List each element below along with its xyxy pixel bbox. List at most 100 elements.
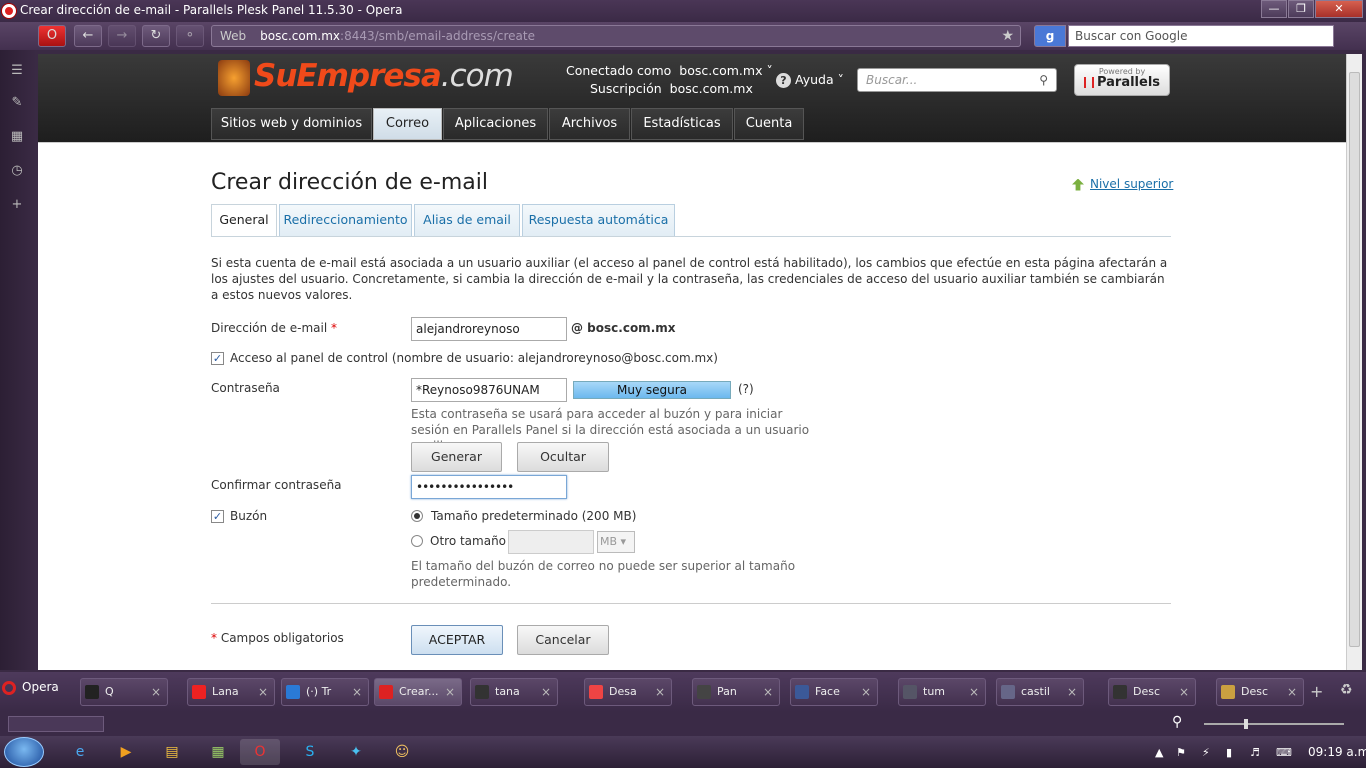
close-tab-icon[interactable]: × xyxy=(763,679,773,705)
hide-button[interactable]: Ocultar xyxy=(517,442,609,472)
tab-applications[interactable]: Aplicaciones xyxy=(443,108,548,140)
size-other-radio[interactable] xyxy=(411,535,423,547)
mailbox-label[interactable]: Buzón xyxy=(230,509,267,523)
reload-button[interactable]: ↻ xyxy=(142,25,170,47)
close-tab-icon[interactable]: × xyxy=(151,679,161,705)
password-input[interactable]: *Reynoso9876UNAM xyxy=(411,378,567,402)
back-button[interactable]: ← xyxy=(74,25,102,47)
suempresa-logo[interactable]: SuEmpresa.com xyxy=(218,58,514,96)
flag-icon[interactable]: ⚑ xyxy=(1176,746,1186,759)
browser-tab[interactable]: tana × xyxy=(470,678,558,706)
generate-button[interactable]: Generar xyxy=(411,442,502,472)
opera-taskbar-icon[interactable]: O xyxy=(240,739,280,765)
panel-toggles[interactable] xyxy=(8,716,104,732)
browser-tab[interactable]: Q × xyxy=(80,678,168,706)
volume-icon[interactable]: ♬ xyxy=(1250,746,1260,759)
confirm-password-input[interactable]: •••••••••••••••• xyxy=(411,475,567,499)
google-search-input[interactable]: Buscar con Google xyxy=(1068,25,1334,47)
plesk-search-input[interactable]: Buscar... ⚲ xyxy=(857,68,1057,92)
ie-icon[interactable]: e xyxy=(60,739,100,765)
tab-autoresponder[interactable]: Respuesta automática xyxy=(522,204,675,236)
address-bar[interactable]: Web bosc.com.mx:8443/smb/email-address/cr… xyxy=(211,25,1021,47)
downloads-icon[interactable]: ▦ xyxy=(8,128,26,146)
app-icon[interactable]: ▦ xyxy=(198,739,238,765)
close-tab-icon[interactable]: × xyxy=(352,679,362,705)
mailbox-checkbox[interactable]: ✓ xyxy=(211,510,224,523)
vertical-scrollbar[interactable] xyxy=(1346,54,1362,670)
panel-access-label[interactable]: Acceso al panel de control (nombre de us… xyxy=(230,351,718,365)
power-icon[interactable]: ⚡ xyxy=(1202,746,1210,759)
browser-tab[interactable]: Crear... × xyxy=(374,678,462,706)
tab-statistics[interactable]: Estadísticas xyxy=(631,108,733,140)
search-icon[interactable]: ⚲ xyxy=(1039,69,1048,91)
browser-tab[interactable]: Face × xyxy=(790,678,878,706)
cancel-button[interactable]: Cancelar xyxy=(517,625,609,655)
close-tab-icon[interactable]: × xyxy=(861,679,871,705)
tab-email-alias[interactable]: Alias de email xyxy=(414,204,520,236)
parallels-badge[interactable]: Powered by Parallels xyxy=(1074,64,1170,96)
scrollbar-thumb[interactable] xyxy=(1349,72,1360,647)
key-icon[interactable]: ⚬ xyxy=(176,25,204,47)
close-tab-icon[interactable]: × xyxy=(258,679,268,705)
minimize-button[interactable]: — xyxy=(1261,0,1287,18)
tab-forwarding[interactable]: Redireccionamiento xyxy=(279,204,412,236)
add-panel-icon[interactable]: + xyxy=(8,196,26,214)
browser-tab[interactable]: (·) Tr × xyxy=(281,678,369,706)
network-icon[interactable]: ▮ xyxy=(1226,746,1232,759)
strength-help-link[interactable]: (?) xyxy=(738,382,754,396)
zoom-thumb[interactable] xyxy=(1244,719,1248,729)
size-default-label[interactable]: Tamaño predeterminado (200 MB) xyxy=(431,509,636,523)
panel-toggle-icon[interactable]: ☰ xyxy=(8,62,26,80)
ok-button[interactable]: ACEPTAR xyxy=(411,625,503,655)
close-window-button[interactable]: ✕ xyxy=(1315,0,1363,18)
connected-as[interactable]: Conectado como bosc.com.mx ˅ xyxy=(566,63,773,78)
size-other-label[interactable]: Otro tamaño xyxy=(430,534,506,548)
close-tab-icon[interactable]: × xyxy=(541,679,551,705)
new-tab-icon[interactable]: + xyxy=(1310,682,1323,701)
size-default-radio[interactable] xyxy=(411,510,423,522)
star-bookmark-icon[interactable]: ★ xyxy=(1001,26,1014,46)
tab-general[interactable]: General xyxy=(211,204,277,237)
clock[interactable]: 09:19 a.m. xyxy=(1308,745,1366,759)
tray-expand-icon[interactable]: ▲ xyxy=(1155,746,1163,759)
maximize-button[interactable]: ❐ xyxy=(1288,0,1314,18)
close-tab-icon[interactable]: × xyxy=(445,679,455,705)
panel-access-checkbox[interactable]: ✓ xyxy=(211,352,224,365)
tab-files[interactable]: Archivos xyxy=(549,108,630,140)
tab-websites-domains[interactable]: Sitios web y dominios xyxy=(211,108,372,140)
close-tab-icon[interactable]: × xyxy=(1067,679,1077,705)
history-icon[interactable]: ◷ xyxy=(8,162,26,180)
chat-icon[interactable]: ☺ xyxy=(382,739,422,765)
start-button[interactable] xyxy=(4,737,44,767)
browser-tab[interactable]: Desa × xyxy=(584,678,672,706)
tab-mail[interactable]: Correo xyxy=(373,108,442,140)
media-player-icon[interactable]: ▶ xyxy=(106,739,146,765)
google-engine-icon[interactable]: g xyxy=(1034,25,1066,47)
trash-icon[interactable]: ♻ xyxy=(1340,682,1353,698)
close-tab-icon[interactable]: × xyxy=(1179,679,1189,705)
close-tab-icon[interactable]: × xyxy=(655,679,665,705)
browser-tab[interactable]: Desc × xyxy=(1216,678,1304,706)
browser-tab[interactable]: castil × xyxy=(996,678,1084,706)
notes-icon[interactable]: ✎ xyxy=(8,94,26,112)
browser-tab[interactable]: tum × xyxy=(898,678,986,706)
help-menu[interactable]: ? Ayuda ˅ xyxy=(776,72,844,88)
forward-button[interactable]: → xyxy=(108,25,136,47)
browser-tab[interactable]: Pan × xyxy=(692,678,780,706)
up-level-link[interactable]: Nivel superior xyxy=(1072,177,1173,191)
size-unit-select[interactable]: MB ▾ xyxy=(597,531,635,553)
browser-tab[interactable]: Desc × xyxy=(1108,678,1196,706)
keyboard-icon[interactable]: ⌨ xyxy=(1276,746,1292,759)
tab-account[interactable]: Cuenta xyxy=(734,108,804,140)
email-input[interactable]: alejandroreynoso xyxy=(411,317,567,341)
skype-icon[interactable]: S xyxy=(290,739,330,765)
twitter-icon[interactable]: ✦ xyxy=(336,739,376,765)
close-tab-icon[interactable]: × xyxy=(1287,679,1297,705)
explorer-icon[interactable]: ▤ xyxy=(152,739,192,765)
zoom-slider[interactable]: ⚲ xyxy=(1172,714,1352,732)
opera-button[interactable]: Opera xyxy=(2,680,59,695)
size-other-input[interactable] xyxy=(508,530,594,554)
close-tab-icon[interactable]: × xyxy=(969,679,979,705)
opera-menu-button[interactable]: O xyxy=(38,25,66,47)
subscription[interactable]: Suscripción bosc.com.mx xyxy=(590,81,753,96)
